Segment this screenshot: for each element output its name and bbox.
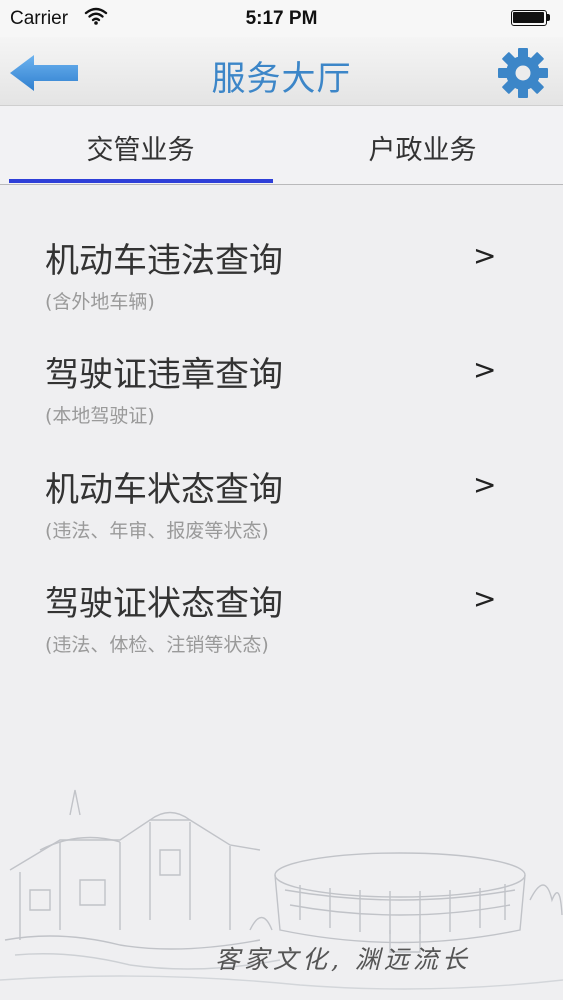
battery-icon [511, 10, 551, 26]
chevron-right-icon: > [473, 239, 497, 272]
list-item-vehicle-status[interactable]: 机动车状态查询 (违法、年审、报废等状态) > [0, 462, 563, 572]
gear-icon [498, 48, 548, 98]
tab-household-services[interactable]: 户政业务 [282, 106, 563, 184]
tab-traffic-services[interactable]: 交管业务 [0, 106, 281, 184]
status-time: 5:17 PM [245, 8, 318, 29]
list-item-subtitle: (本地驾驶证) [45, 405, 155, 427]
list-item-title: 驾驶证违章查询 [45, 355, 283, 395]
nav-bar: 服务大厅 [0, 37, 563, 106]
tab-selected-indicator [9, 179, 273, 183]
list-item-vehicle-violation[interactable]: 机动车违法查询 (含外地车辆) > [0, 233, 563, 343]
list-item-title: 机动车状态查询 [45, 470, 283, 510]
settings-button[interactable] [495, 45, 551, 101]
list-item-license-violation[interactable]: 驾驶证违章查询 (本地驾驶证) > [0, 347, 563, 457]
list-item-license-status[interactable]: 驾驶证状态查询 (违法、体检、注销等状态) > [0, 576, 563, 686]
chevron-right-icon: > [473, 468, 497, 501]
status-bar: Carrier 5:17 PM [0, 0, 563, 37]
chevron-right-icon: > [473, 582, 497, 615]
footer-slogan: 客家文化, 渊远流长 [215, 945, 471, 974]
list-item-subtitle: (违法、年审、报废等状态) [45, 520, 269, 542]
segment-tabs: 交管业务 户政业务 [0, 106, 563, 185]
chevron-right-icon: > [473, 353, 497, 386]
list-item-subtitle: (违法、体检、注销等状态) [45, 634, 269, 656]
page-title: 服务大厅 [211, 59, 352, 99]
list-item-title: 机动车违法查询 [45, 241, 283, 281]
list-item-subtitle: (含外地车辆) [45, 291, 155, 313]
list-item-title: 驾驶证状态查询 [45, 584, 283, 624]
